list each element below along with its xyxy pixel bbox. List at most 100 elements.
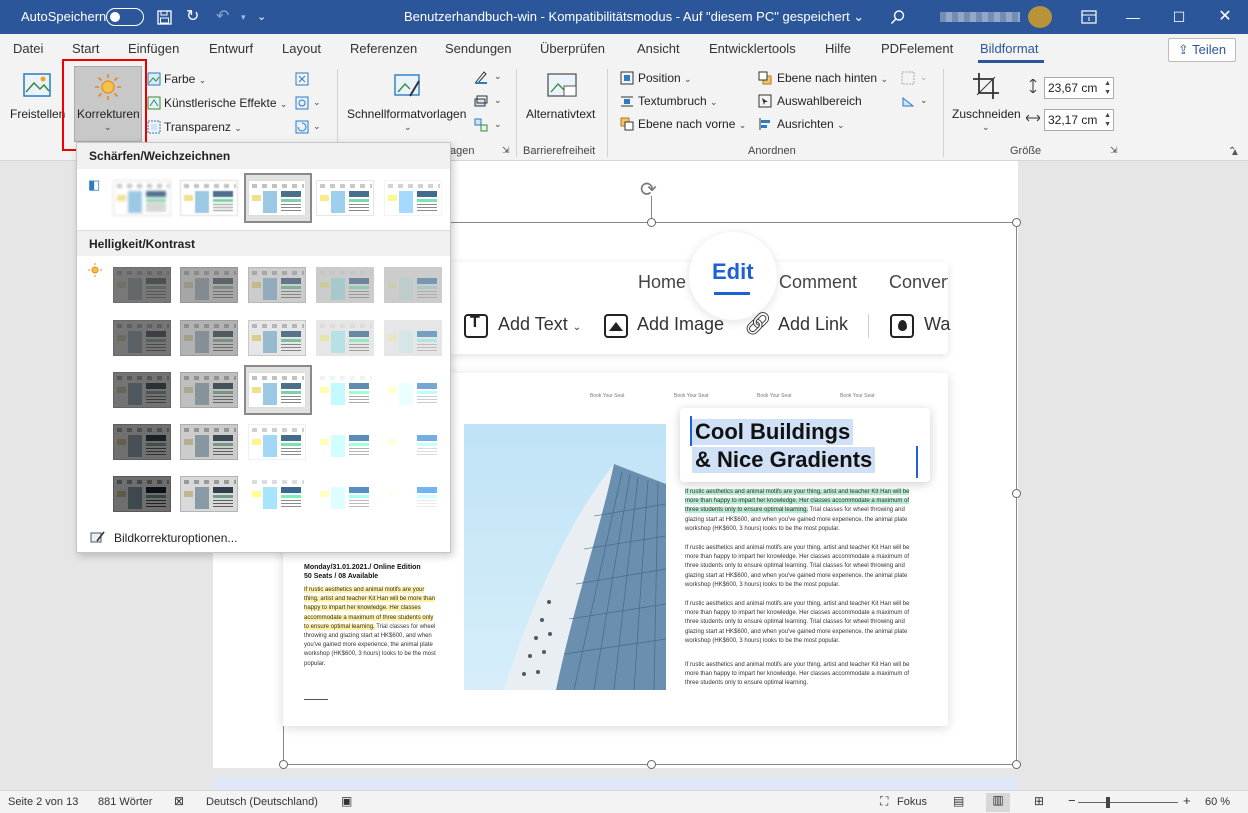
position-button[interactable]: Position ⌄ xyxy=(638,71,692,85)
search-icon[interactable] xyxy=(890,9,906,25)
resize-handle-top-right[interactable] xyxy=(1012,218,1021,227)
sharpen-thumbnail[interactable] xyxy=(180,180,238,216)
remove-background-icon[interactable] xyxy=(22,72,52,100)
transparenz-button[interactable]: Transparenz ⌄ xyxy=(164,120,242,134)
status-focus[interactable]: Fokus xyxy=(897,796,927,808)
picture-border-icon[interactable] xyxy=(474,70,488,84)
redo-icon[interactable]: ↻ xyxy=(186,0,199,34)
ribbon-display-options-icon[interactable] xyxy=(1081,10,1097,24)
rotate-icon[interactable] xyxy=(901,94,915,108)
compress-pictures-icon[interactable] xyxy=(295,72,309,86)
ebene-nach-hinten-button[interactable]: Ebene nach hinten ⌄ xyxy=(777,71,888,85)
customize-qat-icon[interactable]: ⌄ xyxy=(257,0,266,34)
tab-hilfe[interactable]: Hilfe xyxy=(825,41,851,56)
undo-icon[interactable]: ↶ xyxy=(216,0,229,34)
read-mode-icon[interactable]: ▤ xyxy=(953,794,964,808)
alt-text-icon[interactable] xyxy=(546,72,578,102)
alternativtext-label[interactable]: Alternativtext xyxy=(526,107,595,121)
change-picture-icon[interactable] xyxy=(295,96,309,110)
picture-layout-caret-icon[interactable]: ⌄ xyxy=(494,119,502,130)
zuschneiden-caret-icon[interactable]: ⌄ xyxy=(982,122,990,133)
brightness-contrast-thumbnail[interactable] xyxy=(248,320,306,356)
brightness-contrast-thumbnail[interactable] xyxy=(384,476,442,512)
quick-styles-icon[interactable] xyxy=(392,72,422,102)
width-input[interactable]: 32,17 cm ▲ ▼ xyxy=(1044,109,1114,131)
zoom-slider-thumb[interactable] xyxy=(1106,797,1110,808)
maximize-button[interactable]: ☐ xyxy=(1156,0,1202,34)
brightness-contrast-thumbnail[interactable] xyxy=(384,267,442,303)
tab-datei[interactable]: Datei xyxy=(13,41,43,56)
tab-bildformat[interactable]: Bildformat xyxy=(980,41,1039,56)
brightness-contrast-thumbnail[interactable] xyxy=(113,476,171,512)
proofing-icon[interactable]: ⊠ xyxy=(174,794,184,808)
focus-icon[interactable]: ⛶ xyxy=(880,794,888,809)
document-title[interactable]: Benutzerhandbuch-win - Kompatibilitätsmo… xyxy=(404,0,864,34)
brightness-contrast-thumbnail[interactable] xyxy=(180,320,238,356)
tab-entwurf[interactable]: Entwurf xyxy=(209,41,253,56)
zoom-slider[interactable] xyxy=(1078,802,1178,803)
zuschneiden-label[interactable]: Zuschneiden xyxy=(952,107,1021,121)
schnellformat-caret-icon[interactable]: ⌄ xyxy=(404,122,412,133)
resize-handle-bottom-left[interactable] xyxy=(279,760,288,769)
sharpen-thumbnail[interactable] xyxy=(113,180,171,216)
brightness-contrast-thumbnail[interactable] xyxy=(316,372,374,408)
avatar[interactable] xyxy=(1028,6,1052,28)
ebene-nach-vorne-button[interactable]: Ebene nach vorne ⌄ xyxy=(638,117,746,131)
brightness-contrast-thumbnail[interactable] xyxy=(248,267,306,303)
auswahlbereich-button[interactable]: Auswahlbereich xyxy=(777,94,862,108)
size-dialog-launcher-icon[interactable]: ⇲ xyxy=(1110,145,1118,156)
brightness-contrast-thumbnail[interactable] xyxy=(113,320,171,356)
brightness-contrast-thumbnail[interactable] xyxy=(113,424,171,460)
brightness-contrast-thumbnail[interactable] xyxy=(316,476,374,512)
group-objects-icon[interactable] xyxy=(901,71,915,85)
brightness-contrast-thumbnail[interactable] xyxy=(316,424,374,460)
group-caret-icon[interactable]: ⌄ xyxy=(920,72,928,83)
zoom-level[interactable]: 60 % xyxy=(1205,796,1230,808)
tab-pdfelement[interactable]: PDFelement xyxy=(881,41,953,56)
height-input[interactable]: 23,67 cm ▲ ▼ xyxy=(1044,77,1114,99)
accessibility-icon[interactable]: ▣ xyxy=(341,794,352,808)
reset-picture-icon[interactable] xyxy=(295,120,309,134)
sharpen-thumbnail[interactable] xyxy=(316,180,374,216)
dialog-launcher-icon[interactable]: ⇲ xyxy=(502,145,510,156)
bildkorrekturoptionen-link[interactable]: Bildkorrekturoptionen... xyxy=(114,531,237,545)
tab-ueberpruefen[interactable]: Überprüfen xyxy=(540,41,605,56)
brightness-contrast-thumbnail[interactable] xyxy=(316,267,374,303)
status-words[interactable]: 881 Wörter xyxy=(98,796,152,808)
brightness-contrast-thumbnail[interactable] xyxy=(180,424,238,460)
picture-layout-icon[interactable] xyxy=(474,118,488,132)
share-button[interactable]: ⇪ Teilen xyxy=(1168,38,1236,62)
close-button[interactable]: ✕ xyxy=(1202,0,1248,34)
ausrichten-button[interactable]: Ausrichten ⌄ xyxy=(777,117,845,131)
tab-layout[interactable]: Layout xyxy=(282,41,321,56)
farbe-button[interactable]: Farbe ⌄ xyxy=(164,72,206,86)
brightness-contrast-thumbnail[interactable] xyxy=(316,320,374,356)
status-page[interactable]: Seite 2 von 13 xyxy=(8,796,78,808)
brightness-contrast-thumbnail[interactable] xyxy=(180,372,238,408)
tab-entwicklertools[interactable]: Entwicklertools xyxy=(709,41,796,56)
schnellformatvorlagen-label[interactable]: Schnellformatvorlagen xyxy=(347,107,466,121)
autosave-toggle[interactable] xyxy=(106,8,144,26)
tab-einfuegen[interactable]: Einfügen xyxy=(128,41,179,56)
sharpen-thumbnail[interactable] xyxy=(248,180,306,216)
rotate-caret-icon[interactable]: ⌄ xyxy=(920,95,928,106)
brightness-contrast-thumbnail[interactable] xyxy=(384,320,442,356)
brightness-contrast-thumbnail[interactable] xyxy=(248,424,306,460)
save-icon[interactable] xyxy=(157,10,172,25)
brightness-contrast-thumbnail[interactable] xyxy=(248,476,306,512)
picture-effects-icon[interactable] xyxy=(474,94,488,108)
zoom-out-button[interactable]: − xyxy=(1068,793,1076,808)
web-layout-icon[interactable]: ⊞ xyxy=(1034,794,1044,808)
minimize-button[interactable]: — xyxy=(1110,0,1156,34)
undo-dropdown-icon[interactable]: ▾ xyxy=(241,0,246,34)
picture-border-caret-icon[interactable]: ⌄ xyxy=(494,71,502,82)
resize-handle-bottom[interactable] xyxy=(647,760,656,769)
change-picture-caret-icon[interactable]: ⌄ xyxy=(313,97,321,108)
resize-handle-bottom-right[interactable] xyxy=(1012,760,1021,769)
tab-start[interactable]: Start xyxy=(72,41,99,56)
brightness-contrast-thumbnail[interactable] xyxy=(248,372,306,408)
brightness-contrast-thumbnail[interactable] xyxy=(384,372,442,408)
resize-handle-right[interactable] xyxy=(1012,489,1021,498)
crop-icon[interactable] xyxy=(972,72,1000,100)
status-language[interactable]: Deutsch (Deutschland) xyxy=(206,796,318,808)
